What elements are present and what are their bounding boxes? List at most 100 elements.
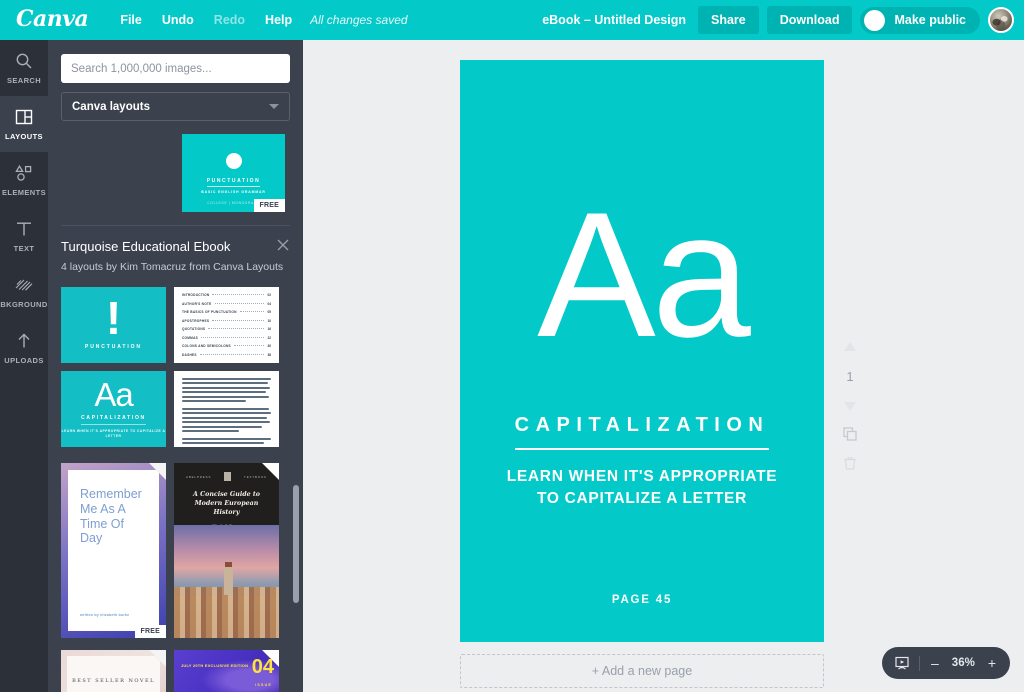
layout-thumb-toc[interactable]: INTRODUCTION 02 AUTHOR'S NOTE 04 THE BAS… [174, 287, 279, 363]
toc-entry-name: INTRODUCTION [182, 293, 210, 297]
toc-dots [199, 353, 265, 355]
template-card-best-seller[interactable]: BEST SELLER NOVEL [61, 650, 166, 692]
toc-entry-name: DASHES [182, 352, 197, 357]
layout-thumb-capitalization[interactable]: Aa CAPITALIZATION LEARN WHEN IT'S APPROP… [61, 371, 166, 447]
present-icon[interactable] [894, 655, 910, 671]
elements-icon [14, 163, 34, 183]
magazine-number: 04 [251, 656, 274, 678]
toc-entry-name: APOSTROPHES [182, 318, 210, 323]
menu-help[interactable]: Help [255, 9, 302, 31]
toc-entry-page: 05 [267, 310, 271, 315]
share-button[interactable]: Share [697, 6, 759, 34]
template-card-magazine-issue[interactable]: JULY 20TH EXCLUSIVE EDITION 04 ISSUE [174, 650, 279, 692]
toc-entry-page: 22 [267, 335, 271, 340]
toc-entry-page: 16 [267, 327, 271, 332]
panel-controls: Canva layouts [48, 40, 303, 121]
zoom-out-button[interactable]: – [929, 656, 941, 670]
text-icon [14, 219, 34, 239]
duplicate-icon[interactable] [842, 426, 858, 442]
magazine-issue-label: ISSUE [255, 683, 272, 687]
page-letters[interactable]: Aa [537, 186, 751, 364]
zoom-toolbar: – 36% + [882, 647, 1010, 679]
body-paragraph [182, 437, 271, 445]
toc-row: DASHES 38 [182, 353, 271, 357]
page-number-label[interactable]: PAGE 45 [612, 594, 672, 606]
capitalization-mark: Aa [94, 376, 133, 414]
toc-entry-page: 02 [267, 293, 271, 297]
history-brand-row: ABELPRESS TEXTBOOK [182, 472, 271, 481]
toc-dots [233, 345, 265, 347]
toc-row: THE BASICS OF PUNCTUATION 05 [182, 310, 271, 314]
close-icon[interactable] [276, 238, 290, 252]
sidebar-item-background[interactable]: BKGROUND [0, 264, 48, 320]
page-subtitle[interactable]: LEARN WHEN IT'S APPROPRIATE TO CAPITALIZ… [507, 466, 778, 509]
capitalization-label: CAPITALIZATION [81, 415, 146, 425]
page-tools: 1 [835, 340, 865, 471]
template-card-history-guide[interactable]: ABELPRESS TEXTBOOK A Concise Guide to Mo… [174, 463, 279, 638]
zoom-in-button[interactable]: + [986, 656, 998, 670]
page-title[interactable]: CAPITALIZATION [514, 414, 770, 450]
canvas-area: Aa CAPITALIZATION LEARN WHEN IT'S APPROP… [303, 40, 1024, 692]
promo-dot [225, 152, 242, 169]
sidebar-item-search[interactable]: SEARCH [0, 40, 48, 96]
sidebar-item-uploads[interactable]: UPLOADS [0, 320, 48, 376]
download-button[interactable]: Download [766, 6, 853, 34]
layout-thumb-punctuation[interactable]: ! PUNCTUATION [61, 287, 166, 363]
move-up-icon[interactable] [842, 340, 858, 356]
category-select-value: Canva layouts [72, 100, 150, 113]
toc-row: INTRODUCTION 02 [182, 293, 271, 297]
avatar[interactable] [988, 7, 1014, 33]
canva-logo[interactable]: Canva [16, 8, 89, 30]
menu-redo[interactable]: Redo [204, 9, 255, 31]
toc-dots [208, 328, 265, 330]
move-down-icon[interactable] [842, 397, 858, 413]
search-icon [14, 51, 34, 71]
document-title[interactable]: eBook – Untitled Design [542, 13, 686, 27]
layouts-icon [14, 107, 34, 127]
punctuation-label: PUNCTUATION [85, 344, 142, 351]
menu-file[interactable]: File [110, 9, 152, 31]
toc-entry-page: 04 [267, 301, 271, 306]
page-subtitle-line2: TO CAPITALIZE A LETTER [536, 489, 747, 507]
template-card-remember-me[interactable]: Remember Me As A Time Of Day written by … [61, 463, 166, 638]
search-input[interactable] [61, 54, 290, 83]
layout-set-header: Turquoise Educational Ebook 4 layouts by… [48, 226, 303, 273]
sidebar-label-background: BKGROUND [0, 300, 48, 309]
trash-icon[interactable] [842, 455, 858, 471]
remember-me-inner: Remember Me As A Time Of Day written by … [68, 470, 159, 631]
toc-entry-page: 38 [267, 352, 271, 357]
sidebar-item-text[interactable]: TEXT [0, 208, 48, 264]
toc-entry-page: 30 [267, 344, 271, 349]
capitalization-sub: LEARN WHEN IT'S APPROPRIATE TO CAPITALIZ… [61, 428, 166, 438]
remember-me-title: Remember Me As A Time Of Day [80, 487, 142, 546]
sidebar-item-layouts[interactable]: LAYOUTS [0, 96, 48, 152]
add-new-page-button[interactable]: + Add a new page [460, 654, 824, 688]
more-templates-grid: Remember Me As A Time Of Day written by … [48, 447, 303, 638]
toggle-knob [864, 9, 886, 31]
body-paragraph [182, 378, 271, 402]
toc-dots [201, 336, 265, 338]
magazine-kicker: JULY 20TH EXCLUSIVE EDITION [181, 663, 249, 668]
menu-undo[interactable]: Undo [152, 9, 204, 31]
toc-row: COMMAS 22 [182, 336, 271, 340]
make-public-toggle[interactable]: Make public [860, 6, 980, 34]
toc-dots [214, 302, 265, 304]
promo-subtitle: BASIC ENGLISH GRAMMAR [201, 189, 266, 194]
history-cover-top: ABELPRESS TEXTBOOK A Concise Guide to Mo… [174, 463, 279, 528]
sidebar-item-elements[interactable]: ELEMENTS [0, 152, 48, 208]
design-page[interactable]: Aa CAPITALIZATION LEARN WHEN IT'S APPROP… [460, 60, 824, 642]
panel-scrollbar[interactable] [293, 485, 299, 603]
best-seller-title: BEST SELLER NOVEL [72, 678, 155, 684]
canva-editor: Canva File Undo Redo Help All changes sa… [0, 0, 1024, 692]
category-select[interactable]: Canva layouts [61, 92, 290, 121]
promo-template-card[interactable]: PUNCTUATION BASIC ENGLISH GRAMMAR COLLEG… [182, 134, 285, 212]
sidebar-label-uploads: UPLOADS [4, 356, 44, 365]
toc-row: APOSTROPHES 10 [182, 319, 271, 323]
layouts-panel: Canva layouts PUNCTUATION BASIC ENGLISH … [48, 40, 303, 692]
make-public-label: Make public [894, 13, 966, 27]
punctuation-mark: ! [105, 291, 122, 344]
layout-thumb-body-text[interactable] [174, 371, 279, 447]
promo-row: PUNCTUATION BASIC ENGLISH GRAMMAR COLLEG… [48, 134, 303, 212]
more-templates-grid-2: BEST SELLER NOVEL JULY 20TH EXCLUSIVE ED… [48, 638, 303, 692]
sidebar-label-text: TEXT [13, 244, 35, 253]
